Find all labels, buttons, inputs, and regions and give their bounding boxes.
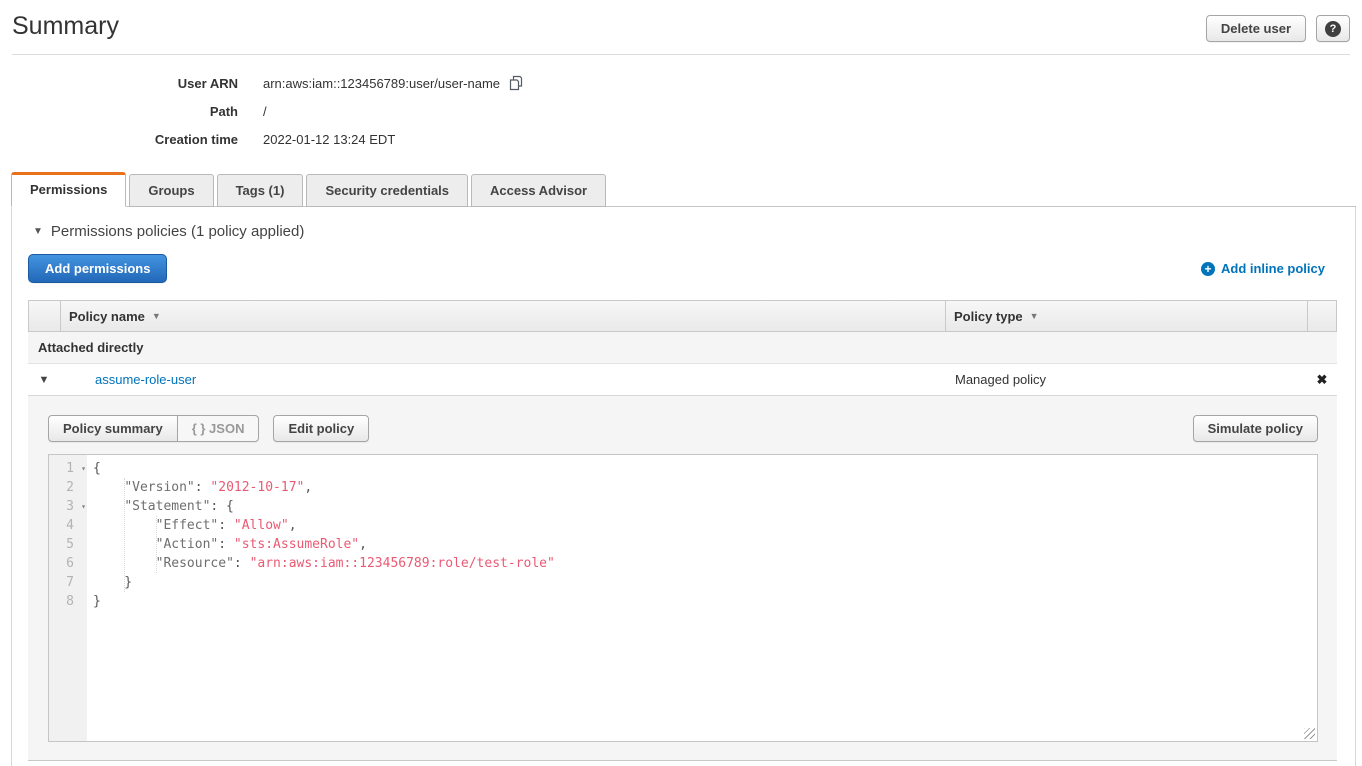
code-line[interactable]: "Version": "2012-10-17", (87, 478, 1317, 497)
tab-security-credentials[interactable]: Security credentials (306, 174, 468, 207)
path-value: / (263, 104, 267, 119)
info-row-creation-time: Creation time 2022-01-12 13:24 EDT (0, 125, 1362, 153)
add-inline-policy-link[interactable]: + Add inline policy (1201, 261, 1325, 276)
page-header: Summary Delete user ? (0, 0, 1362, 42)
editor-code[interactable]: { "Version": "2012-10-17", "Statement": … (87, 455, 1317, 741)
actions-column-header (1308, 301, 1338, 331)
sort-caret-icon: ▼ (1030, 311, 1039, 321)
fold-arrow-icon[interactable]: ▾ (81, 459, 86, 478)
header-actions: Delete user ? (1206, 15, 1350, 42)
policy-view-toggle: Policy summary { } JSON (48, 415, 259, 442)
editor-resize-handle[interactable] (1304, 728, 1315, 739)
edit-policy-button[interactable]: Edit policy (273, 415, 369, 442)
policy-summary-button[interactable]: Policy summary (48, 415, 177, 442)
editor-gutter: 1▾23▾45678 (49, 455, 87, 741)
expander-column-header (29, 301, 61, 331)
code-line[interactable]: "Statement": { (87, 497, 1317, 516)
line-number: 3▾ (49, 497, 87, 516)
policy-type-value: Managed policy (945, 372, 1307, 387)
info-row-user-arn: User ARN arn:aws:iam::123456789:user/use… (0, 69, 1362, 97)
creation-time-label: Creation time (0, 132, 238, 147)
permissions-policies-heading-label: Permissions policies (1 policy applied) (51, 223, 304, 240)
policy-type-column-header[interactable]: Policy type ▼ (946, 301, 1308, 331)
line-number: 5 (49, 535, 87, 554)
policy-row: ▼ assume-role-user Managed policy ✖ (28, 364, 1337, 396)
line-number: 1▾ (49, 459, 87, 478)
copy-icon[interactable] (508, 75, 523, 91)
help-button[interactable]: ? (1316, 15, 1350, 42)
path-label: Path (0, 104, 238, 119)
permissions-tab-panel: ▼ Permissions policies (1 policy applied… (11, 207, 1356, 766)
user-arn-label: User ARN (0, 76, 238, 91)
json-view-button[interactable]: { } JSON (177, 415, 260, 442)
user-info: User ARN arn:aws:iam::123456789:user/use… (0, 69, 1362, 153)
permissions-policies-heading[interactable]: ▼ Permissions policies (1 policy applied… (12, 207, 1355, 240)
info-row-path: Path / (0, 97, 1362, 125)
policy-actions-row: Add permissions + Add inline policy (28, 254, 1325, 283)
policy-table-header: Policy name ▼ Policy type ▼ (28, 300, 1337, 332)
line-number: 7 (49, 573, 87, 592)
policy-json-editor[interactable]: 1▾23▾45678 { "Version": "2012-10-17", "S… (48, 454, 1318, 742)
code-line[interactable]: } (87, 573, 1317, 592)
collapse-caret-icon: ▼ (33, 226, 43, 237)
tab-groups[interactable]: Groups (129, 174, 213, 207)
row-expander-icon[interactable]: ▼ (28, 374, 60, 386)
simulate-policy-button[interactable]: Simulate policy (1193, 415, 1318, 442)
title-divider (12, 54, 1350, 55)
creation-time-value: 2022-01-12 13:24 EDT (263, 132, 395, 147)
policy-detail-panel: Policy summary { } JSON Edit policy Simu… (28, 396, 1337, 761)
user-arn-value-wrap: arn:aws:iam::123456789:user/user-name (263, 75, 523, 91)
line-number: 6 (49, 554, 87, 573)
tab-tags[interactable]: Tags (1) (217, 174, 304, 207)
line-number: 8 (49, 592, 87, 611)
attached-directly-group-row: Attached directly (28, 332, 1337, 364)
plus-circle-icon: + (1201, 262, 1215, 276)
policy-detail-toolbar: Policy summary { } JSON Edit policy Simu… (48, 415, 1318, 442)
delete-user-button[interactable]: Delete user (1206, 15, 1306, 42)
policy-name-link[interactable]: assume-role-user (60, 372, 196, 387)
tab-access-advisor[interactable]: Access Advisor (471, 174, 606, 207)
detach-policy-icon[interactable]: ✖ (1307, 372, 1337, 388)
code-line[interactable]: "Action": "sts:AssumeRole", (87, 535, 1317, 554)
code-line[interactable]: "Effect": "Allow", (87, 516, 1317, 535)
code-line[interactable]: { (87, 459, 1317, 478)
code-line[interactable]: } (87, 592, 1317, 611)
sort-caret-icon: ▼ (152, 311, 161, 321)
question-mark-icon: ? (1325, 21, 1341, 37)
code-line[interactable]: "Resource": "arn:aws:iam::123456789:role… (87, 554, 1317, 573)
policy-name-column-header[interactable]: Policy name ▼ (61, 301, 946, 331)
page-title: Summary (12, 12, 119, 41)
line-number: 2 (49, 478, 87, 497)
add-permissions-button[interactable]: Add permissions (28, 254, 167, 283)
policy-type-header-label: Policy type (954, 309, 1023, 324)
policy-name-header-label: Policy name (69, 309, 145, 324)
policy-table: Policy name ▼ Policy type ▼ Attached direc… (28, 300, 1337, 761)
user-arn-value: arn:aws:iam::123456789:user/user-name (263, 76, 500, 91)
tab-permissions[interactable]: Permissions (11, 172, 126, 207)
line-number: 4 (49, 516, 87, 535)
tab-strip: Permissions Groups Tags (1) Security cre… (11, 172, 1356, 207)
fold-arrow-icon[interactable]: ▾ (81, 497, 86, 516)
add-inline-policy-label: Add inline policy (1221, 261, 1325, 276)
